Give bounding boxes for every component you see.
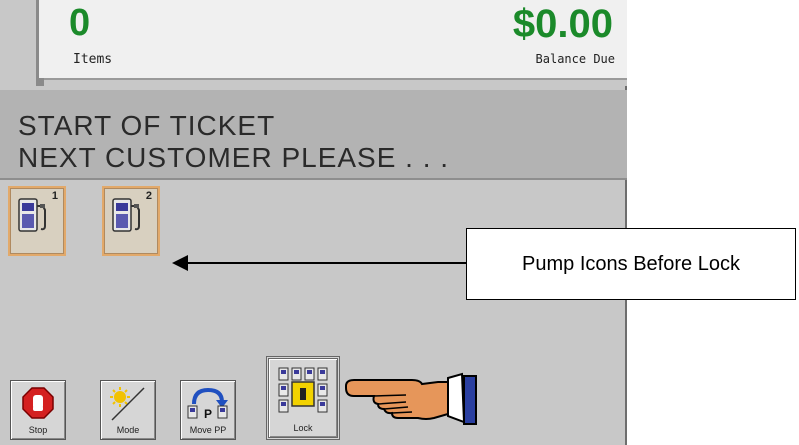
lock-pumps-icon — [278, 367, 328, 413]
header-bar: 0 Items $0.00 Balance Due — [0, 0, 627, 86]
svg-text:P: P — [204, 407, 212, 421]
lock-button[interactable]: Lock — [266, 356, 340, 440]
totals-card: 0 Items $0.00 Balance Due — [36, 0, 627, 80]
mode-button[interactable]: Mode — [100, 380, 156, 440]
stop-button-label: Stop — [28, 425, 48, 435]
header-divider — [36, 78, 44, 86]
arrow-left-icon — [172, 255, 188, 271]
balance-due-value: $0.00 — [512, 2, 613, 46]
move-prepay-button[interactable]: P Move PP — [180, 380, 236, 440]
item-count: 0 — [69, 2, 92, 44]
fuel-pump-icon — [18, 198, 46, 232]
day-night-icon — [110, 387, 145, 421]
pump-button-2[interactable]: 2 — [102, 186, 160, 256]
item-count-label: Items — [73, 52, 113, 67]
move-prepay-button-label: Move PP — [189, 425, 227, 435]
lock-button-label: Lock — [293, 423, 313, 433]
stop-sign-icon — [22, 387, 54, 419]
balance-due-label: Balance Due — [535, 52, 615, 66]
message-line-1: START OF TICKET — [18, 110, 276, 141]
pointing-hand-icon — [345, 372, 477, 425]
stop-button[interactable]: Stop — [10, 380, 66, 440]
message-line-2: NEXT CUSTOMER PLEASE . . . — [18, 142, 450, 173]
fuel-pump-icon — [112, 198, 140, 232]
pos-panel: 0 Items $0.00 Balance Due START OF TICKE… — [0, 0, 627, 445]
pump-number: 1 — [51, 190, 58, 202]
callout-text: Pump Icons Before Lock — [522, 253, 740, 275]
annotation-callout: Pump Icons Before Lock — [466, 228, 796, 300]
pump-number: 2 — [145, 190, 152, 202]
callout-arrow-line — [185, 262, 466, 264]
mode-button-label: Mode — [116, 425, 140, 435]
move-prepay-icon: P — [187, 387, 228, 421]
pump-button-1[interactable]: 1 — [8, 186, 66, 256]
